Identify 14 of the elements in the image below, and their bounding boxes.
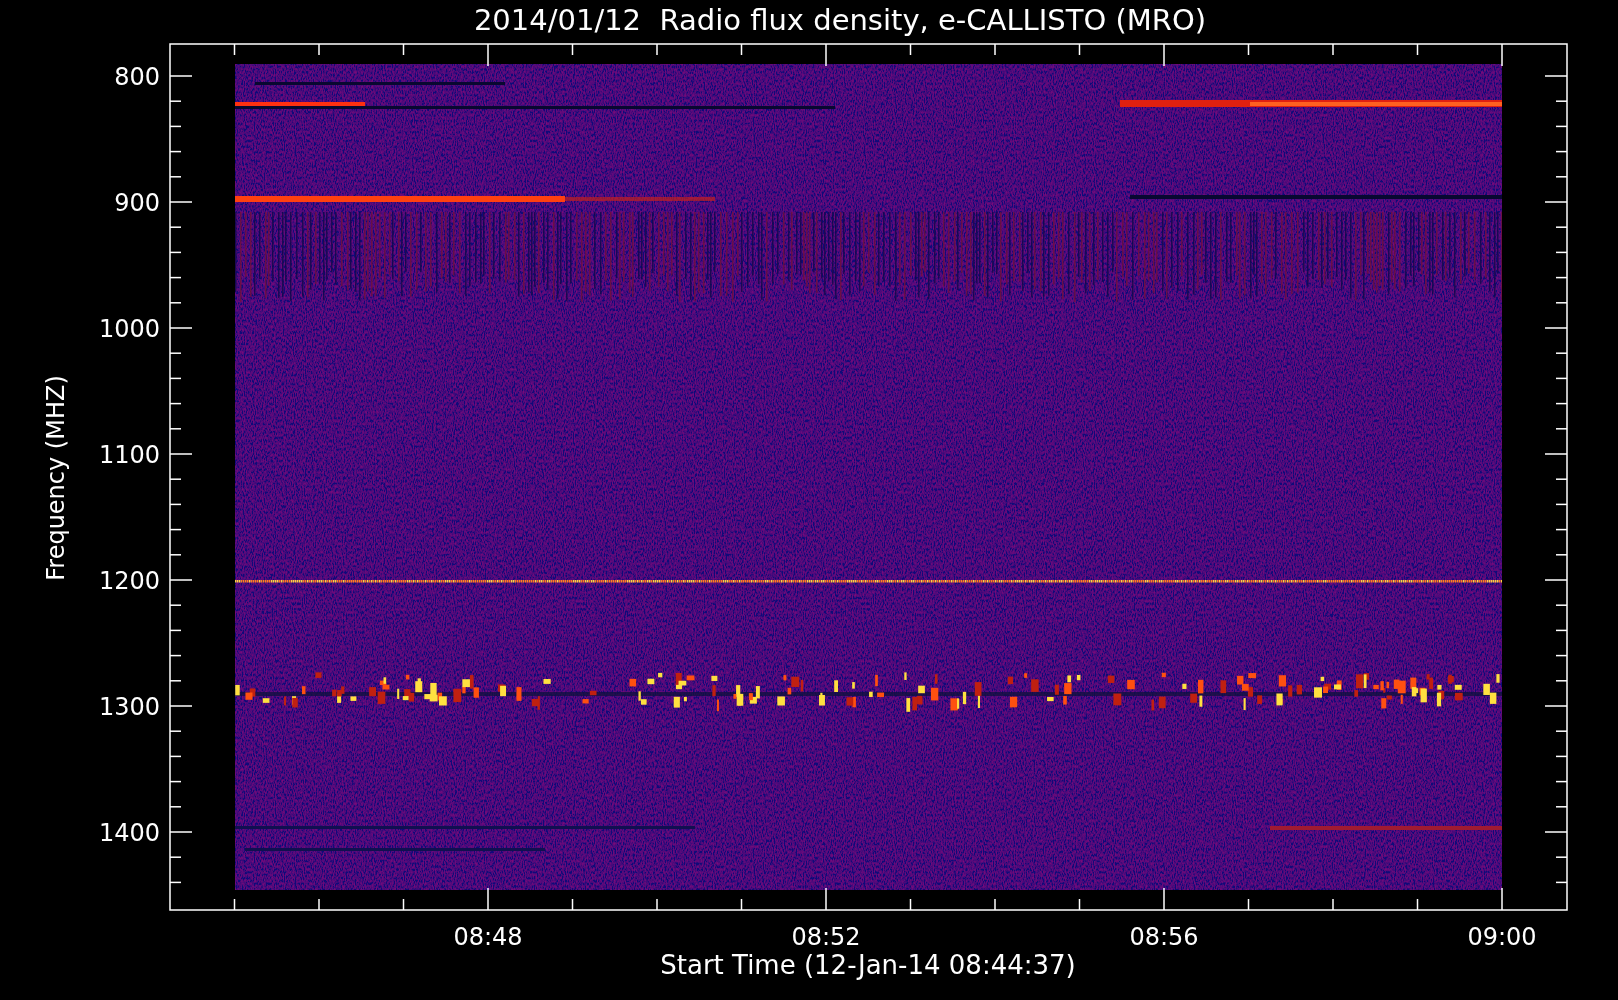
x-tick-label: 08:48	[453, 923, 523, 951]
y-tick-label: 800	[114, 63, 160, 91]
y-tick-label: 900	[114, 189, 160, 217]
y-tick-label: 1400	[98, 819, 160, 847]
y-tick-label: 1000	[98, 315, 160, 343]
x-tick-label: 08:56	[1129, 923, 1199, 951]
y-tick-label: 1100	[98, 441, 160, 469]
chart-title: 2014/01/12 Radio flux density, e-CALLISTO (MRO)	[473, 3, 1207, 37]
x-tick-label: 09:00	[1467, 923, 1537, 951]
y-axis-label: Frequency (MHZ)	[42, 375, 70, 581]
y-tick-label: 1300	[98, 693, 160, 721]
x-axis-label: Start Time (12-Jan-14 08:44:37)	[660, 950, 1076, 980]
y-tick-label: 1200	[98, 567, 160, 595]
x-tick-label: 08:52	[791, 923, 861, 951]
